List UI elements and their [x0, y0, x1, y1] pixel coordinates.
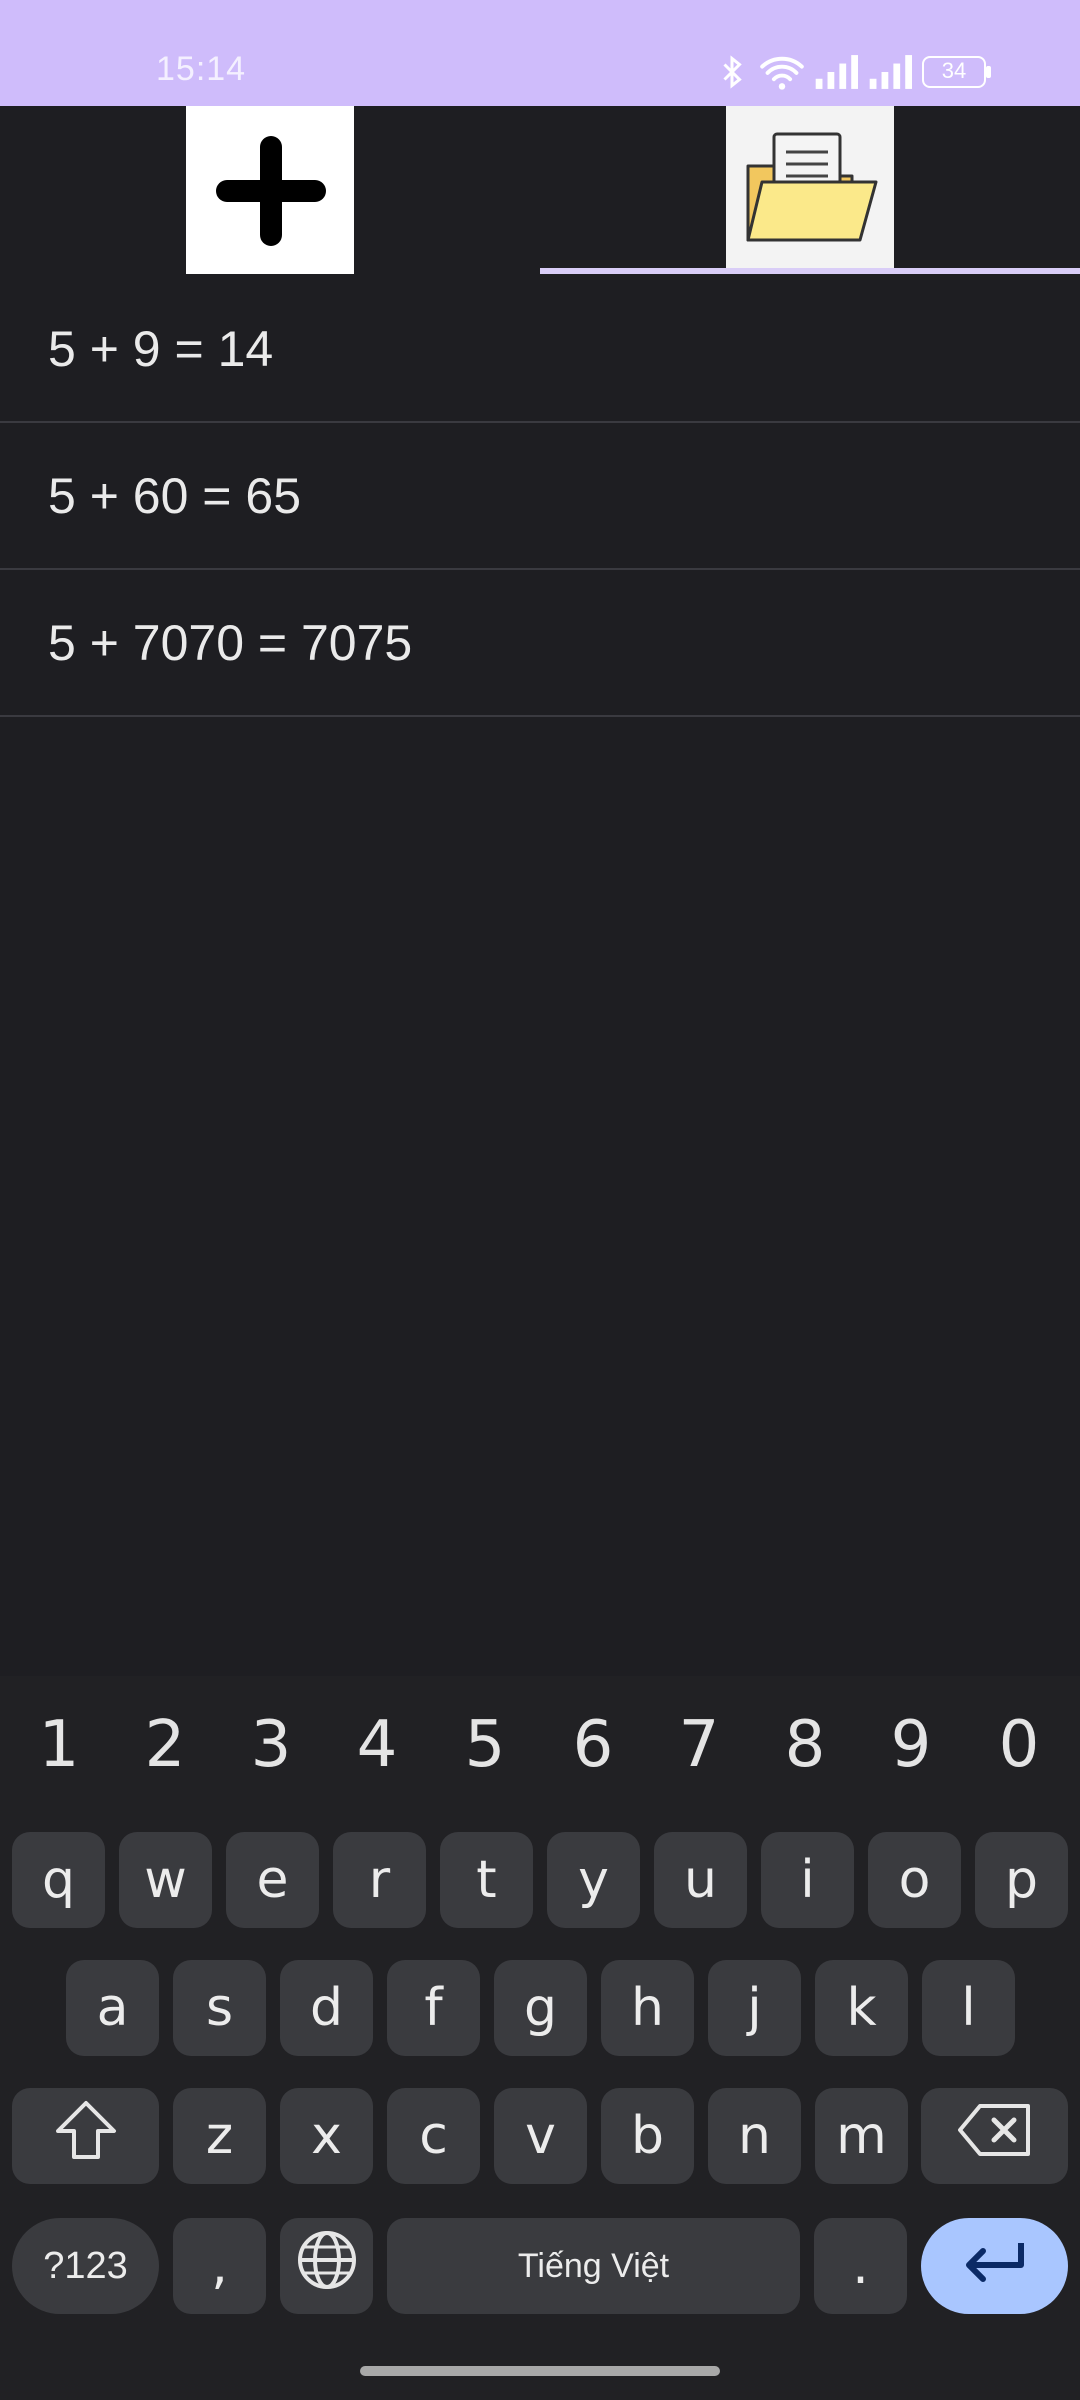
- list-item[interactable]: 5 + 7070 = 7075: [0, 570, 1080, 717]
- shift-key[interactable]: [12, 2088, 159, 2184]
- tab-bar: [0, 106, 1080, 276]
- key-g[interactable]: g: [494, 1960, 587, 2056]
- key-5[interactable]: 5: [432, 1708, 538, 1798]
- key-0[interactable]: 0: [966, 1708, 1072, 1798]
- key-w[interactable]: w: [119, 1832, 212, 1928]
- history-list: 5 + 9 = 14 5 + 60 = 65 5 + 7070 = 7075: [0, 276, 1080, 717]
- list-item[interactable]: 5 + 60 = 65: [0, 423, 1080, 570]
- key-p[interactable]: p: [975, 1832, 1068, 1928]
- key-k[interactable]: k: [815, 1960, 908, 2056]
- key-t[interactable]: t: [440, 1832, 533, 1928]
- status-time: 15:14: [156, 50, 247, 88]
- enter-key[interactable]: [921, 2218, 1068, 2314]
- key-i[interactable]: i: [761, 1832, 854, 1928]
- key-o[interactable]: o: [868, 1832, 961, 1928]
- history-entry: 5 + 9 = 14: [48, 320, 274, 377]
- bluetooth-icon: [714, 54, 750, 90]
- signal-icon: [814, 55, 858, 89]
- enter-icon: [963, 2236, 1027, 2296]
- key-m[interactable]: m: [815, 2088, 908, 2184]
- key-7[interactable]: 7: [646, 1708, 752, 1798]
- number-row: 1 2 3 4 5 6 7 8 9 0: [0, 1676, 1080, 1806]
- key-d[interactable]: d: [280, 1960, 373, 2056]
- symbols-key[interactable]: ?123: [12, 2218, 159, 2314]
- key-f[interactable]: f: [387, 1960, 480, 2056]
- tab-indicator: [540, 268, 1080, 274]
- key-v[interactable]: v: [494, 2088, 587, 2184]
- globe-icon: [296, 2229, 358, 2304]
- key-x[interactable]: x: [280, 2088, 373, 2184]
- signal-icon: [868, 55, 912, 89]
- status-bar: 15:14 34: [0, 0, 1080, 106]
- comma-key[interactable]: ,: [173, 2218, 266, 2314]
- key-l[interactable]: l: [922, 1960, 1015, 2056]
- key-1[interactable]: 1: [6, 1708, 112, 1798]
- key-c[interactable]: c: [387, 2088, 480, 2184]
- language-key[interactable]: [280, 2218, 373, 2314]
- key-a[interactable]: a: [66, 1960, 159, 2056]
- key-j[interactable]: j: [708, 1960, 801, 2056]
- key-2[interactable]: 2: [112, 1708, 218, 1798]
- tab-history[interactable]: [726, 106, 894, 274]
- backspace-icon: [956, 2102, 1034, 2171]
- key-n[interactable]: n: [708, 2088, 801, 2184]
- period-key[interactable]: .: [814, 2218, 907, 2314]
- key-z[interactable]: z: [173, 2088, 266, 2184]
- key-r[interactable]: r: [333, 1832, 426, 1928]
- battery-level: 34: [941, 58, 967, 83]
- key-9[interactable]: 9: [858, 1708, 964, 1798]
- key-u[interactable]: u: [654, 1832, 747, 1928]
- key-8[interactable]: 8: [752, 1708, 858, 1798]
- key-h[interactable]: h: [601, 1960, 694, 2056]
- history-entry: 5 + 60 = 65: [48, 467, 302, 524]
- key-s[interactable]: s: [173, 1960, 266, 2056]
- backspace-key[interactable]: [921, 2088, 1068, 2184]
- tab-add[interactable]: [186, 106, 354, 274]
- space-key[interactable]: Tiếng Việt: [387, 2218, 800, 2314]
- wifi-icon: [760, 54, 804, 90]
- home-indicator[interactable]: [360, 2366, 720, 2376]
- keyboard: 1 2 3 4 5 6 7 8 9 0 q w e r t y u i o p …: [0, 1676, 1080, 2400]
- status-icons: 34: [714, 52, 992, 92]
- key-e[interactable]: e: [226, 1832, 319, 1928]
- key-3[interactable]: 3: [218, 1708, 324, 1798]
- key-4[interactable]: 4: [324, 1708, 430, 1798]
- key-6[interactable]: 6: [540, 1708, 646, 1798]
- key-y[interactable]: y: [547, 1832, 640, 1928]
- list-item[interactable]: 5 + 9 = 14: [0, 276, 1080, 423]
- shift-icon: [54, 2099, 118, 2174]
- battery-icon: 34: [922, 56, 992, 88]
- history-entry: 5 + 7070 = 7075: [48, 614, 413, 671]
- calculator-app: 15:14 34 5 + 9 = 14 5 + 60 = 65 5 + 7070…: [0, 0, 1080, 2400]
- key-q[interactable]: q: [12, 1832, 105, 1928]
- key-b[interactable]: b: [601, 2088, 694, 2184]
